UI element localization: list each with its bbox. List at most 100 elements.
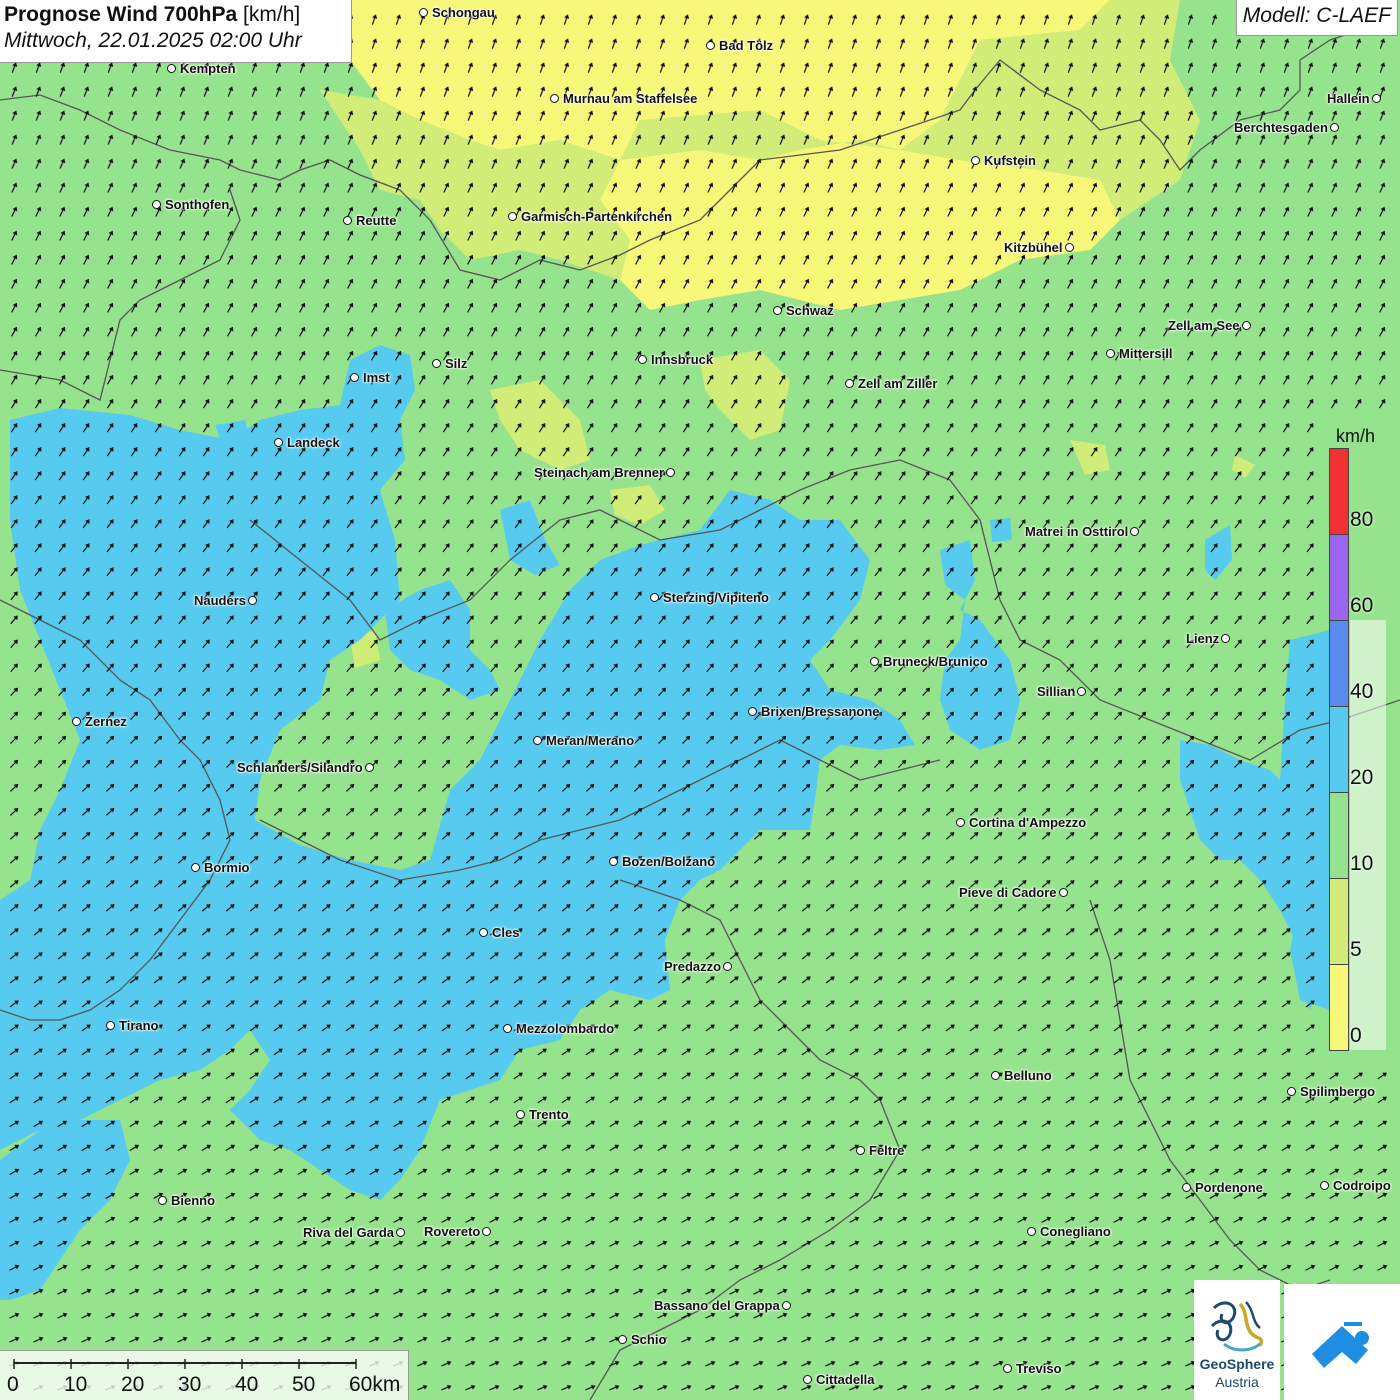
legend-swatch: [1329, 534, 1349, 621]
city-label: Lienz: [1186, 631, 1220, 646]
city-label: Sillian: [1037, 684, 1076, 699]
city-marker[interactable]: [533, 736, 542, 745]
city-marker[interactable]: [1027, 1227, 1036, 1236]
scale-label: 10: [64, 1373, 88, 1396]
city-marker[interactable]: [343, 216, 352, 225]
legend-swatch: [1329, 878, 1349, 965]
legend-tick-label: 0: [1350, 1024, 1362, 1047]
city-label: Silz: [445, 356, 468, 371]
city-marker[interactable]: [167, 64, 176, 73]
city-marker[interactable]: [550, 94, 559, 103]
city-label: Cles: [492, 925, 520, 940]
city-marker[interactable]: [503, 1024, 512, 1033]
city-label: Spilimbergo: [1300, 1084, 1376, 1099]
city-marker[interactable]: [1221, 634, 1230, 643]
city-marker[interactable]: [1320, 1181, 1329, 1190]
city-label: Brixen/Bressanone: [761, 704, 880, 719]
city-marker[interactable]: [773, 306, 782, 315]
city-marker[interactable]: [365, 763, 374, 772]
geosphere-country: Austria: [1215, 1374, 1259, 1390]
wind-map[interactable]: Prognose Wind 700hPa [km/h] Mittwoch, 22…: [0, 0, 1400, 1400]
city-label: Treviso: [1016, 1361, 1062, 1376]
city-marker[interactable]: [350, 373, 359, 382]
city-marker[interactable]: [1003, 1364, 1012, 1373]
scale-label: 0: [7, 1373, 19, 1396]
city-label: Innsbruck: [651, 352, 714, 367]
city-marker[interactable]: [1287, 1087, 1296, 1096]
city-label: Tirano: [119, 1018, 159, 1033]
city-marker[interactable]: [508, 212, 517, 221]
city-marker[interactable]: [158, 1196, 167, 1205]
city-marker[interactable]: [1372, 94, 1381, 103]
legend-swatch: [1329, 620, 1349, 707]
city-marker[interactable]: [1182, 1183, 1191, 1192]
city-marker[interactable]: [723, 962, 732, 971]
city-marker[interactable]: [1130, 527, 1139, 536]
legend-tick-label: 80: [1350, 508, 1374, 531]
city-marker[interactable]: [618, 1335, 627, 1344]
model-label: Modell: C-LAEF: [1235, 0, 1398, 36]
city-marker[interactable]: [748, 707, 757, 716]
city-marker[interactable]: [248, 596, 257, 605]
city-label: Schongau: [432, 5, 495, 20]
city-marker[interactable]: [803, 1375, 812, 1384]
city-marker[interactable]: [479, 928, 488, 937]
city-marker[interactable]: [638, 355, 647, 364]
city-label: Schio: [631, 1332, 667, 1347]
city-marker[interactable]: [706, 41, 715, 50]
city-marker[interactable]: [1106, 349, 1115, 358]
wind-app-logo-icon: [1312, 1322, 1369, 1368]
city-marker[interactable]: [72, 717, 81, 726]
city-label: Pieve di Cadore: [959, 885, 1057, 900]
geosphere-logo[interactable]: GeoSphere Austria: [1194, 1280, 1280, 1400]
legend-swatch: [1329, 964, 1349, 1051]
city-label: Codroipo: [1333, 1178, 1391, 1193]
city-marker[interactable]: [482, 1227, 491, 1236]
city-label: Schlanders/Silandro: [237, 760, 363, 775]
city-marker[interactable]: [274, 438, 283, 447]
legend-tick-label: 20: [1350, 766, 1374, 789]
city-label: Zernez: [85, 714, 127, 729]
city-marker[interactable]: [1242, 321, 1251, 330]
scale-bar: [0, 1350, 409, 1400]
city-marker[interactable]: [650, 593, 659, 602]
geosphere-name: GeoSphere: [1199, 1356, 1275, 1372]
city-marker[interactable]: [516, 1110, 525, 1119]
scale-label: 30: [178, 1373, 202, 1396]
city-marker[interactable]: [1059, 888, 1068, 897]
city-label: Murnau am Staffelsee: [563, 91, 698, 106]
city-label: Berchtesgaden: [1234, 120, 1328, 135]
city-marker[interactable]: [419, 8, 428, 17]
city-marker[interactable]: [666, 468, 675, 477]
forecast-datetime: Mittwoch, 22.01.2025 02:00 Uhr: [4, 29, 302, 52]
city-label: Belluno: [1004, 1068, 1052, 1083]
city-marker[interactable]: [1330, 123, 1339, 132]
city-label: Mittersill: [1119, 346, 1173, 361]
city-label: Cittadella: [816, 1372, 875, 1387]
city-marker[interactable]: [991, 1071, 1000, 1080]
city-marker[interactable]: [1077, 687, 1086, 696]
city-label: Predazzo: [664, 959, 722, 974]
legend-tick-label: 5: [1350, 938, 1362, 961]
city-label: Kufstein: [984, 153, 1036, 168]
city-marker[interactable]: [152, 200, 161, 209]
city-marker[interactable]: [191, 863, 200, 872]
city-marker[interactable]: [845, 379, 854, 388]
scale-label: 40: [235, 1373, 259, 1396]
city-marker[interactable]: [106, 1021, 115, 1030]
city-marker[interactable]: [956, 818, 965, 827]
city-label: Bruneck/Brunico: [883, 654, 988, 669]
city-label: Bad Tölz: [719, 38, 774, 53]
city-marker[interactable]: [782, 1301, 791, 1310]
city-marker[interactable]: [1065, 243, 1074, 252]
city-marker[interactable]: [396, 1228, 405, 1237]
wind-app-logo[interactable]: [1284, 1284, 1400, 1400]
city-label: Kempten: [180, 61, 236, 76]
map-title: Prognose Wind 700hPa [km/h]: [4, 3, 347, 27]
city-marker[interactable]: [856, 1146, 865, 1155]
city-marker[interactable]: [432, 359, 441, 368]
city-marker[interactable]: [870, 657, 879, 666]
city-marker[interactable]: [971, 156, 980, 165]
city-label: Steinach am Brenner: [534, 465, 665, 480]
city-marker[interactable]: [609, 857, 618, 866]
